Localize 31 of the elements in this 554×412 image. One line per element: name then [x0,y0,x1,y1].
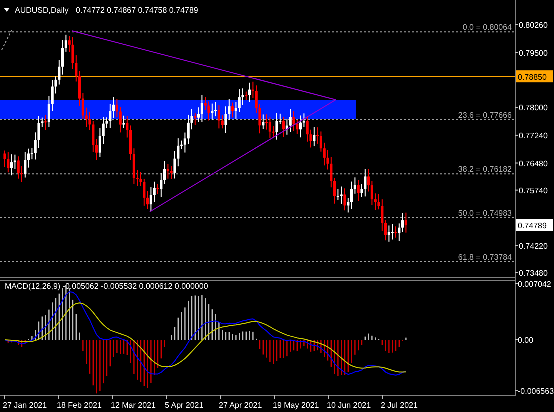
macd-axis-label: 0.007042 [518,280,552,289]
price-axis-label: 0.78000 [519,104,548,113]
date-axis-label: 2 Jul 2021 [381,401,418,410]
macd-axis-label: 0.00 [518,336,534,345]
price-axis-label: 0.79500 [519,48,548,58]
price-axis-label: 0.73480 [519,269,548,278]
macd-label: MACD(12,26,9) -0.005062 -0.005532 0.000612 0.000000 [5,282,208,291]
macd-axis-label: -0.006563 [518,387,554,396]
date-axis-label: 10 Jun 2021 [327,401,372,410]
fib-level-label: 61.8 = 0.73784 [458,252,512,262]
price-axis-label: 0.76480 [519,159,548,168]
fib-level-label: 38.2 = 0.76182 [458,165,512,174]
date-axis-label: 5 Apr 2021 [165,401,204,410]
symbol-label: AUDUSD,Daily [15,6,69,15]
date-axis-label: 18 Feb 2021 [57,401,102,410]
date-axis-label: 12 Mar 2021 [111,401,156,410]
collapse-triangle-icon[interactable] [4,8,10,12]
fib-level-label: 0.0 = 0.80064 [462,23,512,32]
price-axis-label: 0.80260 [519,21,548,30]
ohlc-values: 0.74772 0.74867 0.74758 0.74789 [76,6,198,15]
date-axis-label: 19 May 2021 [273,401,320,410]
price-axis-label: 0.74220 [519,242,548,251]
price-tag-label: 0.74789 [518,222,547,231]
date-axis-label: 27 Jan 2021 [3,401,48,410]
price-axis-label: 0.77240 [519,131,548,140]
fib-level-label: 23.6 = 0.77666 [458,110,512,120]
fib-level-label: 50.0 = 0.74983 [458,209,512,218]
price-axis-label: 0.75740 [519,186,548,196]
horizontal-line[interactable] [0,76,516,78]
date-axis-label: 27 Apr 2021 [219,401,262,410]
price-tag-label: 0.78850 [518,73,547,82]
